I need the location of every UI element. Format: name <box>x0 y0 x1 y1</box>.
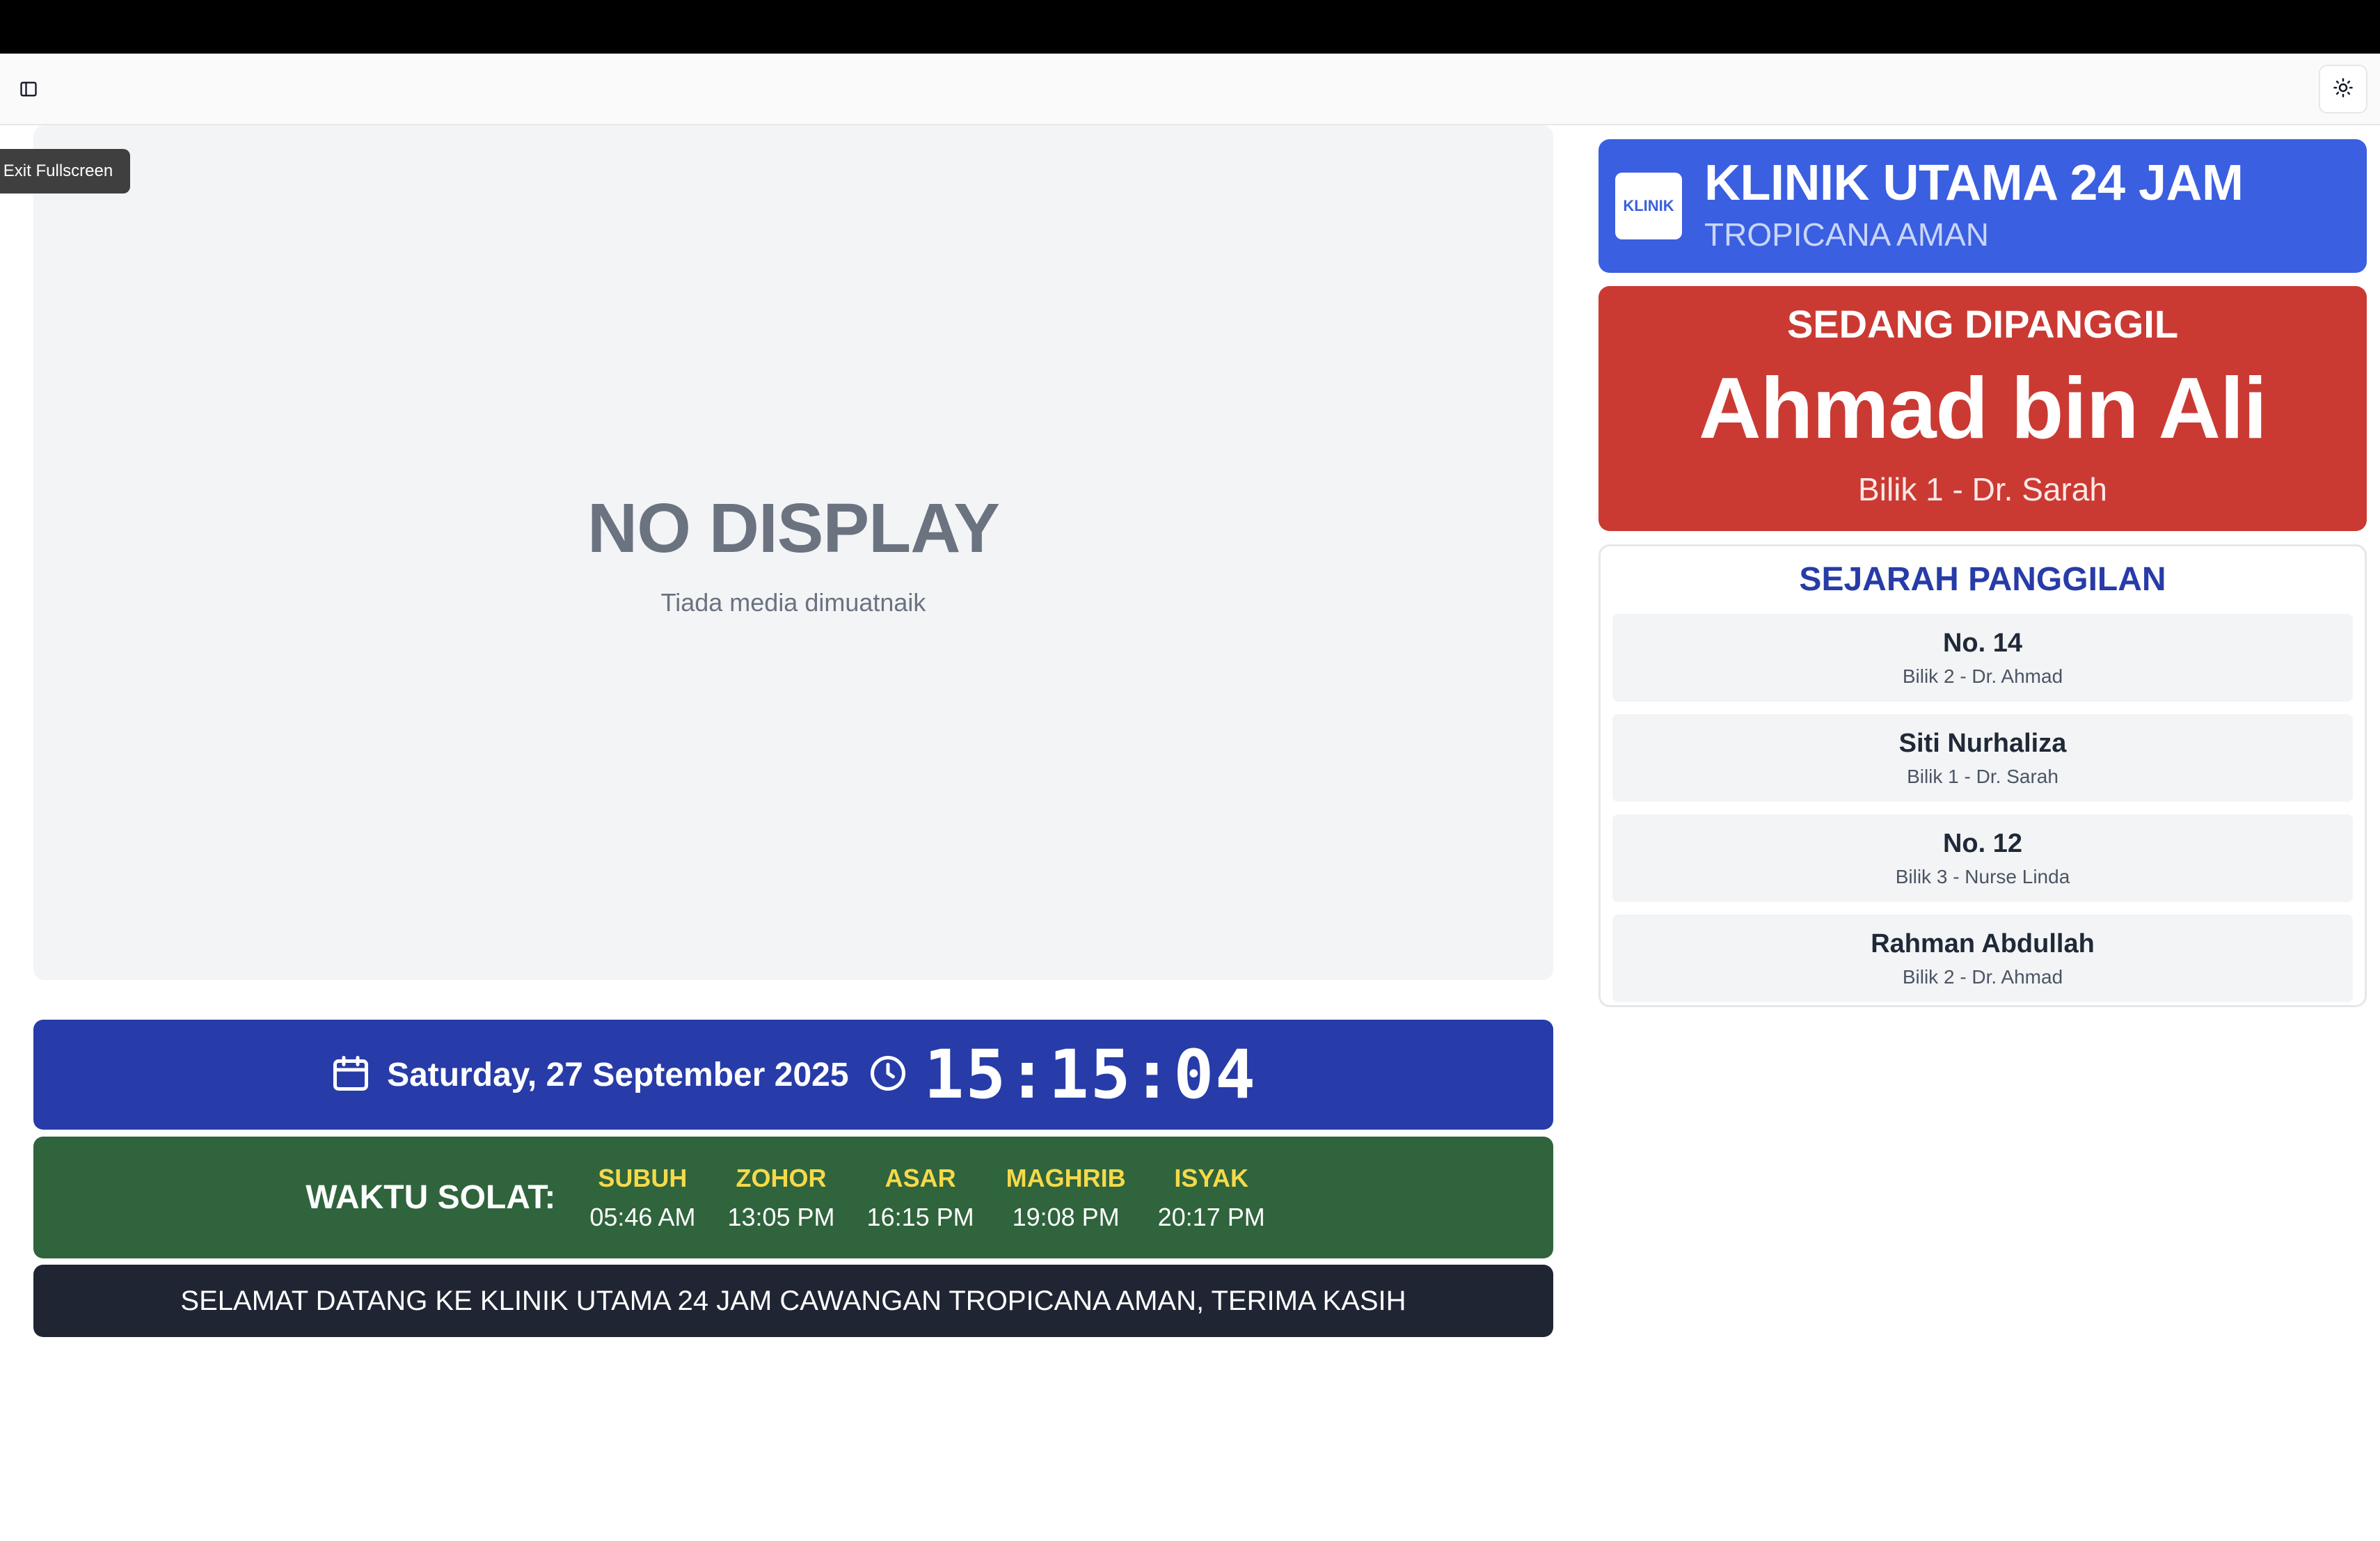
list-item: Rahman Abdullah Bilik 2 - Dr. Ahmad <box>1612 915 2353 1002</box>
prayer-label: WAKTU SOLAT: <box>306 1179 556 1216</box>
history-item-room: Bilik 2 - Dr. Ahmad <box>1902 965 2063 988</box>
toolbar <box>0 54 2380 125</box>
clinic-header: KLINIK KLINIK UTAMA 24 JAM TROPICANA AMA… <box>1598 139 2367 273</box>
prayer-asar: ASAR 16:15 PM <box>867 1164 974 1232</box>
datetime-bar: Saturday, 27 September 2025 15:15:04 <box>33 1020 1553 1130</box>
history-item-name: No. 12 <box>1942 828 2023 858</box>
current-date: Saturday, 27 September 2025 <box>387 1056 849 1093</box>
clinic-branch: TROPICANA AMAN <box>1704 216 1989 253</box>
prayer-name: ZOHOR <box>736 1163 827 1192</box>
prayer-time: 19:08 PM <box>1012 1202 1120 1231</box>
prayer-time: 16:15 PM <box>866 1202 974 1231</box>
prayer-name: SUBUH <box>598 1163 688 1192</box>
prayer-time: 13:05 PM <box>727 1202 835 1231</box>
prayer-name: MAGHRIB <box>1006 1163 1126 1192</box>
list-item: No. 12 Bilik 3 - Nurse Linda <box>1612 814 2353 902</box>
call-history-list: No. 14 Bilik 2 - Dr. Ahmad Siti Nurhaliz… <box>1612 614 2353 1015</box>
prayer-name: ISYAK <box>1174 1163 1249 1192</box>
now-calling-room: Bilik 1 - Dr. Sarah <box>1858 471 2107 507</box>
history-item-room: Bilik 3 - Nurse Linda <box>1895 865 2070 887</box>
prayer-time: 20:17 PM <box>1157 1202 1265 1231</box>
theme-toggle-button[interactable] <box>2319 65 2367 113</box>
now-calling-panel: SEDANG DIPANGGIL Ahmad bin Ali Bilik 1 -… <box>1598 286 2367 531</box>
clock-icon <box>867 1052 909 1098</box>
media-title: NO DISPLAY <box>587 489 1000 567</box>
history-item-name: Siti Nurhaliza <box>1898 728 2067 758</box>
now-calling-name: Ahmad bin Ali <box>1699 361 2267 457</box>
prayer-isyak: ISYAK 20:17 PM <box>1158 1164 1265 1232</box>
now-calling-label: SEDANG DIPANGGIL <box>1786 302 2179 346</box>
history-item-name: No. 14 <box>1942 628 2023 658</box>
top-black-bar <box>0 0 2380 54</box>
exit-fullscreen-tooltip[interactable]: Exit Fullscreen <box>0 149 130 193</box>
prayer-zohor: ZOHOR 13:05 PM <box>727 1164 834 1232</box>
prayer-subuh: SUBUH 05:46 AM <box>589 1164 695 1232</box>
history-item-room: Bilik 1 - Dr. Sarah <box>1907 765 2058 787</box>
media-display: NO DISPLAY Tiada media dimuatnaik <box>33 125 1553 980</box>
prayer-name: ASAR <box>884 1163 956 1192</box>
welcome-ticker: SELAMAT DATANG KE KLINIK UTAMA 24 JAM CA… <box>33 1265 1553 1337</box>
calendar-icon <box>330 1052 372 1098</box>
history-item-room: Bilik 2 - Dr. Ahmad <box>1902 665 2063 687</box>
history-item-name: Rahman Abdullah <box>1871 928 2095 958</box>
list-item: No. 14 Bilik 2 - Dr. Ahmad <box>1612 614 2353 702</box>
call-history-panel: SEJARAH PANGGILAN No. 14 Bilik 2 - Dr. A… <box>1598 544 2367 1007</box>
current-time: 15:15:04 <box>923 1036 1257 1114</box>
prayer-maghrib: MAGHRIB 19:08 PM <box>1006 1164 1126 1232</box>
sun-icon <box>2333 77 2354 102</box>
clinic-name: KLINIK UTAMA 24 JAM <box>1704 155 2244 211</box>
media-subtitle: Tiada media dimuatnaik <box>660 587 926 617</box>
list-item: Siti Nurhaliza Bilik 1 - Dr. Sarah <box>1612 714 2353 802</box>
call-history-title: SEJARAH PANGGILAN <box>1799 561 2166 598</box>
prayer-time: 05:46 AM <box>589 1202 696 1231</box>
clinic-logo: KLINIK <box>1615 173 1682 239</box>
prayer-times-bar: WAKTU SOLAT: SUBUH 05:46 AM ZOHOR 13:05 … <box>33 1137 1553 1258</box>
sidebar-toggle-icon[interactable] <box>18 79 39 100</box>
